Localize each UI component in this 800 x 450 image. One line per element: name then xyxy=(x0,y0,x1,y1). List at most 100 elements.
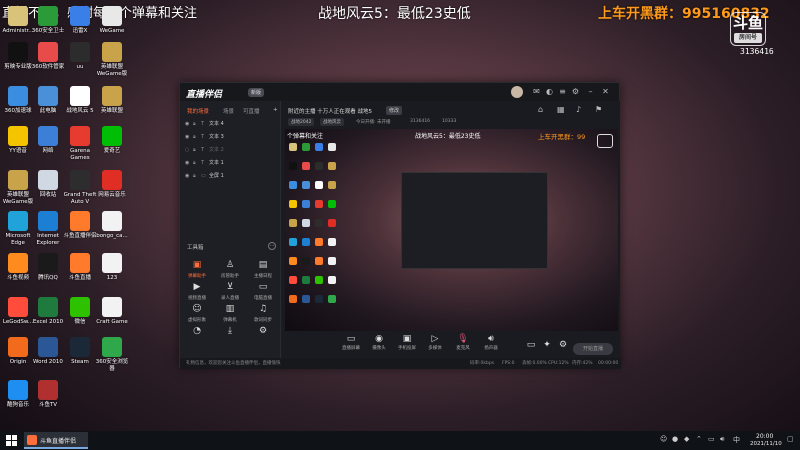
tool-record[interactable]: ⊻ 录人直播 xyxy=(215,281,245,301)
status-fps: FPS:0 xyxy=(502,361,515,366)
scene-row[interactable]: ◌ 🔒︎ T 文本 2 xyxy=(185,145,275,156)
windows-start-icon[interactable] xyxy=(6,435,17,446)
desktop-icon[interactable]: 网络 xyxy=(30,126,66,155)
tool-download[interactable]: ⤓ xyxy=(215,325,245,337)
volume-icon[interactable]: 🔊︎ xyxy=(720,435,724,444)
phone-cast-button[interactable]: ▣ 手机投屏 xyxy=(394,333,420,351)
desktop-icon[interactable]: Craft Game xyxy=(94,297,130,326)
lock-icon[interactable]: 🔒︎ xyxy=(193,145,201,156)
clock-time[interactable]: 20:00 xyxy=(756,433,773,440)
tab-live[interactable]: 可直播 xyxy=(243,107,260,115)
desktop-icon[interactable]: Garena Games xyxy=(62,126,98,162)
desktop-icon[interactable]: 此电脑 xyxy=(30,86,66,115)
desktop-icon[interactable]: WeGame xyxy=(94,6,130,35)
tool-virtual-avatar[interactable]: ☺ 虚拟形象 xyxy=(182,303,212,323)
tab-my-scenes[interactable]: 我的场景 xyxy=(187,107,209,115)
lock-icon[interactable]: 🔒︎ xyxy=(193,171,201,182)
desktop-icon[interactable]: Grand Theft Auto V xyxy=(62,170,98,206)
desktop-icon[interactable]: 微信 xyxy=(62,297,98,326)
tool-danmaku-assistant[interactable]: ▣ 弹幕助手 xyxy=(182,259,212,279)
camera-source-button[interactable]: ◉ 摄像头 xyxy=(366,333,392,351)
tab-scenes[interactable]: 场景 xyxy=(223,107,234,115)
taskbar-app-douyu[interactable]: 斗鱼直播伴侣 xyxy=(24,432,88,449)
skin-icon[interactable]: ◐ xyxy=(545,87,554,96)
microphone-button[interactable]: 🎙︎ 麦克风 xyxy=(450,333,476,351)
desktop-icon[interactable]: 爱奇艺 xyxy=(94,126,130,155)
category-tag[interactable]: 战地2042 xyxy=(288,118,315,126)
tool-more[interactable]: ◔ xyxy=(182,325,212,337)
desktop-icon[interactable]: Word 2010 xyxy=(30,337,66,366)
preview-craft-doc-icon xyxy=(328,276,336,284)
lock-icon[interactable]: 🔒︎ xyxy=(193,132,201,143)
desktop-icon[interactable]: 123 xyxy=(94,253,130,282)
eye-icon[interactable]: ◉ xyxy=(185,119,193,130)
scene-row[interactable]: ◉ 🔒︎ T 文本 3 xyxy=(185,132,275,143)
minimize-icon[interactable]: – xyxy=(586,87,595,96)
start-live-button[interactable]: 开始直播 xyxy=(573,343,613,355)
add-scene-icon[interactable]: + xyxy=(273,107,278,113)
tray-app-icon[interactable]: ◆ xyxy=(684,435,689,443)
notice-icon[interactable]: ⚑ xyxy=(595,105,602,114)
desktop-icon[interactable]: Internet Explorer xyxy=(30,211,66,247)
screen-source-button[interactable]: ▭ 直播屏幕 xyxy=(338,333,364,351)
desktop-icon[interactable]: bongo_ca... xyxy=(94,211,130,240)
version-badge[interactable]: 新版 xyxy=(248,88,265,97)
desktop-icon[interactable]: Steam xyxy=(62,337,98,366)
gift-icon[interactable]: ▦ xyxy=(557,105,565,114)
scene-row[interactable]: ◉ 🔒︎ T 文本 1 xyxy=(185,158,275,169)
eye-off-icon[interactable]: ◌ xyxy=(185,145,193,156)
desktop-icon[interactable]: uu xyxy=(62,42,98,71)
close-icon[interactable]: ✕ xyxy=(601,87,610,96)
category-tag[interactable]: 战地风云 xyxy=(320,118,344,126)
desktop-icon[interactable]: 360安全卫士 xyxy=(30,6,66,35)
desktop-icon[interactable]: Excel 2010 xyxy=(30,297,66,326)
scene-row[interactable]: ◉ 🔒︎ ▭ 全屏 1 xyxy=(185,171,275,182)
desktop-icon[interactable]: 斗鱼直播 xyxy=(62,253,98,282)
avatar[interactable] xyxy=(511,86,523,98)
desktop-icon[interactable]: 英雄联盟 xyxy=(94,86,130,115)
settings-icon: ⚙ xyxy=(258,326,268,336)
tool-video-live[interactable]: ▶ 视频直播 xyxy=(182,281,212,301)
ime-icon[interactable]: 中 xyxy=(733,435,740,445)
network-icon[interactable]: ▭ xyxy=(708,435,715,443)
menu-icon[interactable]: ≡ xyxy=(558,87,567,96)
media-source-button[interactable]: ▷ 多媒体 xyxy=(422,333,448,351)
edit-title-button[interactable]: 修改 xyxy=(386,106,403,115)
stream-preview[interactable]: 个弹幕和关注 战地风云5：最低23史低 上车开黑群：99 xyxy=(285,129,618,331)
notification-icon[interactable]: ▢ xyxy=(787,435,794,443)
settings-icon[interactable]: ⚙ xyxy=(571,87,580,96)
desktop-icon[interactable]: 英雄联盟 WeGame版 xyxy=(94,42,130,78)
scene-row[interactable]: ◉ 🔒︎ T 文本 4 xyxy=(185,119,275,130)
desktop-icon[interactable]: 360安全浏览器 xyxy=(94,337,130,373)
desktop-icon[interactable]: 战地风云 5 xyxy=(62,86,98,115)
desktop-icon[interactable]: 回收站 xyxy=(30,170,66,199)
desktop-icon[interactable]: 迅雷X xyxy=(62,6,98,35)
desktop-icon[interactable]: 腾讯QQ xyxy=(30,253,66,282)
desktop-icon[interactable]: 斗鱼TV xyxy=(30,380,66,409)
desktop-icon-label: Internet Explorer xyxy=(36,233,60,246)
eye-icon[interactable]: ◉ xyxy=(185,171,193,182)
speaker-button[interactable]: 🔊︎ 扬声器 xyxy=(478,333,504,351)
toolbox-more-icon[interactable]: ··· xyxy=(268,242,276,250)
tool-settings[interactable]: ⚙ xyxy=(248,325,278,337)
tool-lyrics[interactable]: ♫ 歌词同步 xyxy=(248,303,278,323)
wechat-tray-icon[interactable]: ● xyxy=(672,435,678,443)
computer-icon xyxy=(38,86,58,106)
clock-date[interactable]: 2021/11/10 xyxy=(750,441,782,447)
tool-danmaku-machine[interactable]: ▥ 弹幕机 xyxy=(215,303,245,323)
desktop-icon[interactable]: 360软件管家 xyxy=(30,42,66,71)
eye-icon[interactable]: ◉ xyxy=(185,158,193,169)
desktop-icon[interactable]: 斗鱼直播伴侣 xyxy=(62,211,98,240)
people-icon[interactable]: ☺ xyxy=(660,435,667,443)
chevron-up-icon[interactable]: ⌃ xyxy=(696,435,702,443)
bell-icon[interactable]: ♪ xyxy=(576,105,581,114)
lock-icon[interactable]: 🔒︎ xyxy=(193,158,201,169)
store-icon[interactable]: ⌂ xyxy=(538,105,543,114)
desktop-icon[interactable]: 网易云音乐 xyxy=(94,170,130,199)
tool-schedule[interactable]: ▤ 主播日程 xyxy=(248,259,278,279)
tool-pc-live[interactable]: ▭ 电脑直播 xyxy=(248,281,278,301)
lock-icon[interactable]: 🔒︎ xyxy=(193,119,201,130)
message-icon[interactable]: ✉ xyxy=(532,87,541,96)
tool-admin-assistant[interactable]: ♙ 房管助手 xyxy=(215,259,245,279)
eye-icon[interactable]: ◉ xyxy=(185,132,193,143)
